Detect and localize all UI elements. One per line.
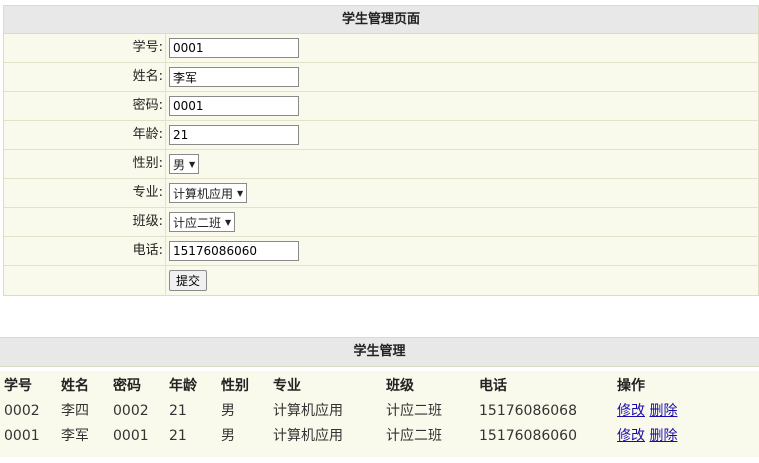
student-form: 学生管理页面 学号: 姓名: 密码: 年龄: 性别: 男 ▼ 专业: 计算机应用… [3,5,759,296]
cell-major: 计算机应用 [273,403,343,419]
cell-password: 0001 [113,428,149,444]
caret-down-icon: ▼ [225,217,232,227]
cell-major: 计算机应用 [273,428,343,444]
cell-name: 李四 [61,403,89,419]
header-phone: 电话 [479,378,507,394]
cell-class: 计应二班 [386,403,442,419]
major-select[interactable]: 计算机应用 ▼ [169,183,248,203]
cell-actions: 修改 删除 [617,424,677,448]
password-input[interactable] [169,96,299,116]
form-row-password: 密码: [4,92,758,121]
cell-password: 0002 [113,403,149,419]
form-row-student-id: 学号: [4,34,758,63]
header-major: 专业 [273,378,301,394]
cell-gender: 男 [221,428,235,444]
name-input[interactable] [169,67,299,87]
class-select[interactable]: 计应二班 ▼ [169,212,236,232]
header-age: 年龄 [169,378,197,394]
header-gender: 性别 [221,378,249,394]
header-student-id: 学号 [4,378,32,394]
name-label: 姓名: [4,63,166,91]
cell-class: 计应二班 [386,428,442,444]
delete-link[interactable]: 删除 [649,428,677,444]
phone-input[interactable] [169,241,299,261]
cell-age: 21 [169,428,187,444]
cell-student-id: 0001 [4,428,40,444]
form-row-submit: 提交 [4,266,758,295]
phone-label: 电话: [4,237,166,265]
student-id-input[interactable] [169,38,299,58]
student-table: 学生管理 学号 姓名 密码 年龄 性别 专业 班级 电话 操作 0002 李四 … [0,337,759,457]
gender-select[interactable]: 男 ▼ [169,154,200,174]
caret-down-icon: ▼ [237,188,244,198]
cell-name: 李军 [61,428,89,444]
cell-phone: 15176086060 [479,428,577,444]
table-header-row: 学号 姓名 密码 年龄 性别 专业 班级 电话 操作 [0,374,759,398]
major-select-value: 计算机应用 [173,186,234,201]
age-label: 年龄: [4,121,166,149]
table-row: 0002 李四 0002 21 男 计算机应用 计应二班 15176086068… [0,399,759,423]
age-input[interactable] [169,125,299,145]
header-name: 姓名 [61,378,89,394]
cell-student-id: 0002 [4,403,40,419]
submit-label-cell [4,266,166,295]
cell-actions: 修改 删除 [617,399,677,423]
edit-link[interactable]: 修改 [617,403,645,419]
form-row-age: 年龄: [4,121,758,150]
table-body: 学号 姓名 密码 年龄 性别 专业 班级 电话 操作 0002 李四 0002 … [0,367,759,457]
header-class: 班级 [386,378,414,394]
class-select-value: 计应二班 [173,215,222,230]
caret-down-icon: ▼ [189,159,196,169]
submit-button[interactable]: 提交 [169,270,208,291]
major-label: 专业: [4,179,166,207]
form-row-gender: 性别: 男 ▼ [4,150,758,179]
cell-phone: 15176086068 [479,403,577,419]
header-password: 密码 [113,378,141,394]
student-id-label: 学号: [4,34,166,62]
cell-gender: 男 [221,403,235,419]
edit-link[interactable]: 修改 [617,428,645,444]
gender-select-value: 男 [173,157,186,172]
form-row-name: 姓名: [4,63,758,92]
form-title: 学生管理页面 [4,6,758,34]
form-row-phone: 电话: [4,237,758,266]
cell-age: 21 [169,403,187,419]
table-row: 0001 李军 0001 21 男 计算机应用 计应二班 15176086060… [0,424,759,448]
password-label: 密码: [4,92,166,120]
header-actions: 操作 [617,378,645,394]
form-row-class: 班级: 计应二班 ▼ [4,208,758,237]
delete-link[interactable]: 删除 [649,403,677,419]
table-title: 学生管理 [0,337,759,367]
gender-label: 性别: [4,150,166,178]
class-label: 班级: [4,208,166,236]
form-row-major: 专业: 计算机应用 ▼ [4,179,758,208]
